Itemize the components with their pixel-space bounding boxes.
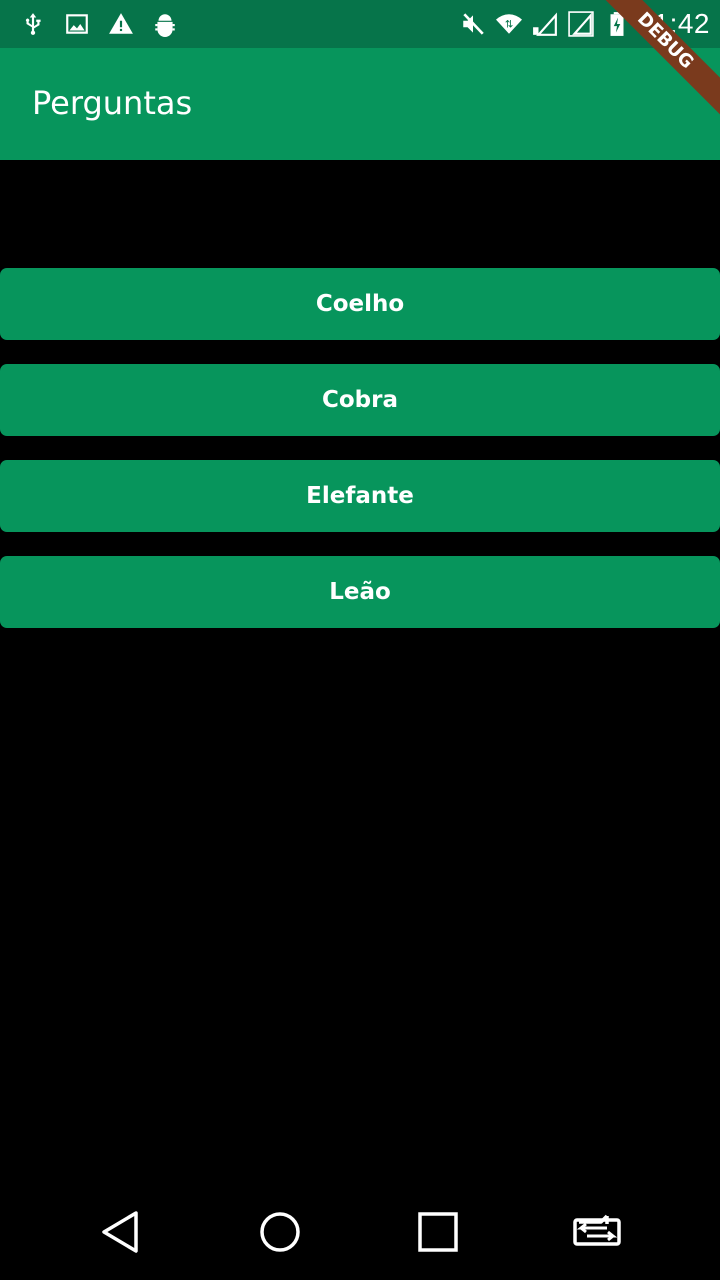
answer-button-leao[interactable]: Leão bbox=[0, 556, 720, 628]
home-button[interactable] bbox=[252, 1204, 308, 1260]
recents-icon bbox=[418, 1212, 458, 1252]
svg-text:⇅: ⇅ bbox=[504, 19, 512, 30]
mute-icon bbox=[462, 13, 484, 35]
status-bar: ⇅ 11:42 bbox=[0, 0, 720, 48]
warning-icon bbox=[109, 13, 133, 34]
signal-sim1-icon bbox=[532, 12, 557, 36]
navigation-bar bbox=[0, 1184, 720, 1280]
home-icon bbox=[260, 1212, 300, 1252]
back-icon bbox=[102, 1211, 138, 1253]
answer-button-elefante[interactable]: Elefante bbox=[0, 460, 720, 532]
status-time: 11:42 bbox=[639, 8, 710, 39]
switch-app-button[interactable] bbox=[569, 1204, 625, 1260]
signal-sim2-icon bbox=[567, 11, 594, 37]
recents-button[interactable] bbox=[410, 1204, 466, 1260]
usb-icon bbox=[25, 13, 41, 35]
image-icon bbox=[66, 14, 88, 34]
switch-app-icon bbox=[573, 1214, 621, 1246]
wifi-icon: ⇅ bbox=[495, 14, 522, 34]
app-bar: Perguntas bbox=[0, 48, 720, 160]
answer-button-coelho[interactable]: Coelho bbox=[0, 268, 720, 340]
page-title: Perguntas bbox=[32, 84, 193, 122]
back-button[interactable] bbox=[92, 1204, 148, 1260]
android-debug-icon bbox=[155, 14, 175, 37]
answer-list: Coelho Cobra Elefante Leão bbox=[0, 268, 720, 652]
battery-charging-icon bbox=[610, 12, 623, 36]
answer-button-cobra[interactable]: Cobra bbox=[0, 364, 720, 436]
